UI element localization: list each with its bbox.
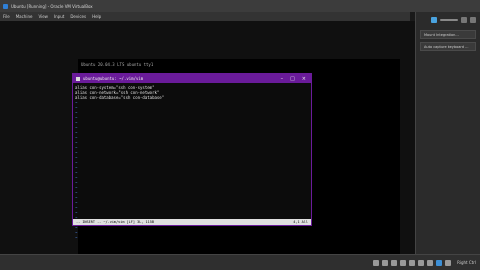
terminal-window[interactable]: ubuntu@ubuntu: ~/.vim/vim – □ × alias co… bbox=[72, 73, 312, 240]
right-panel-toolbar bbox=[416, 12, 480, 27]
zoom-slider[interactable] bbox=[440, 18, 458, 21]
right-panel: Mount Integration... Auto capture keyboa… bbox=[415, 12, 480, 270]
menu-file[interactable]: File bbox=[3, 14, 10, 19]
menu-view[interactable]: View bbox=[38, 14, 48, 19]
panel-item-mount[interactable]: Mount Integration... bbox=[420, 30, 476, 39]
usb-icon[interactable] bbox=[400, 259, 407, 266]
guest-boot-text: Ubuntu 20.04.3 LTS ubuntu tty1 bbox=[81, 62, 154, 67]
tilde-row: ~ bbox=[75, 235, 78, 240]
window-titlebar: Ubuntu [Running] - Oracle VM VirtualBox bbox=[0, 0, 480, 12]
menu-input[interactable]: Input bbox=[54, 14, 64, 19]
vm-display[interactable]: Ubuntu 20.04.3 LTS ubuntu tty1 ubuntu@ub… bbox=[0, 21, 415, 259]
virtualbox-window: Ubuntu [Running] - Oracle VM VirtualBox … bbox=[0, 0, 480, 270]
terminal-title: ubuntu@ubuntu: ~/.vim/vim bbox=[83, 76, 144, 81]
vm-statusbar: Right Ctrl bbox=[0, 254, 480, 270]
maximize-button[interactable]: □ bbox=[290, 76, 295, 82]
status-right: 4,1 All bbox=[293, 220, 308, 224]
hdd-icon[interactable] bbox=[373, 259, 380, 266]
status-left: -- INSERT -- ~/.vim/vim [LF] 3L, 115B bbox=[76, 220, 154, 224]
close-panel-icon[interactable] bbox=[470, 16, 476, 23]
vim-status-line: -- INSERT -- ~/.vim/vim [LF] 3L, 115B 4,… bbox=[73, 219, 311, 225]
keyboard-icon[interactable] bbox=[445, 259, 452, 266]
terminal-titlebar[interactable]: ubuntu@ubuntu: ~/.vim/vim – □ × bbox=[73, 74, 311, 83]
settings-icon[interactable] bbox=[461, 16, 467, 23]
network-icon[interactable] bbox=[391, 259, 398, 266]
close-button[interactable]: × bbox=[302, 76, 306, 82]
window-title: Ubuntu [Running] - Oracle VM VirtualBox bbox=[11, 3, 93, 9]
panel-item-keyboard[interactable]: Auto capture keyboard ... bbox=[420, 42, 476, 51]
terminal-body[interactable]: alias con-system="ssh con-system" alias … bbox=[75, 85, 311, 240]
menu-machine[interactable]: Machine bbox=[16, 14, 33, 19]
minimize-button[interactable]: – bbox=[281, 76, 284, 82]
menu-help[interactable]: Help bbox=[92, 14, 101, 19]
terminal-icon bbox=[76, 76, 80, 81]
cd-icon[interactable] bbox=[382, 259, 389, 266]
host-key-label: Right Ctrl bbox=[457, 260, 476, 265]
virtualbox-icon bbox=[3, 3, 8, 9]
menu-bar: File Machine View Input Devices Help bbox=[0, 12, 410, 21]
display-status-icon[interactable] bbox=[418, 259, 425, 266]
display-icon[interactable] bbox=[431, 16, 437, 23]
menu-devices[interactable]: Devices bbox=[70, 14, 86, 19]
mouse-integration-icon[interactable] bbox=[436, 259, 443, 266]
record-icon[interactable] bbox=[427, 259, 434, 266]
shared-folder-icon[interactable] bbox=[409, 259, 416, 266]
